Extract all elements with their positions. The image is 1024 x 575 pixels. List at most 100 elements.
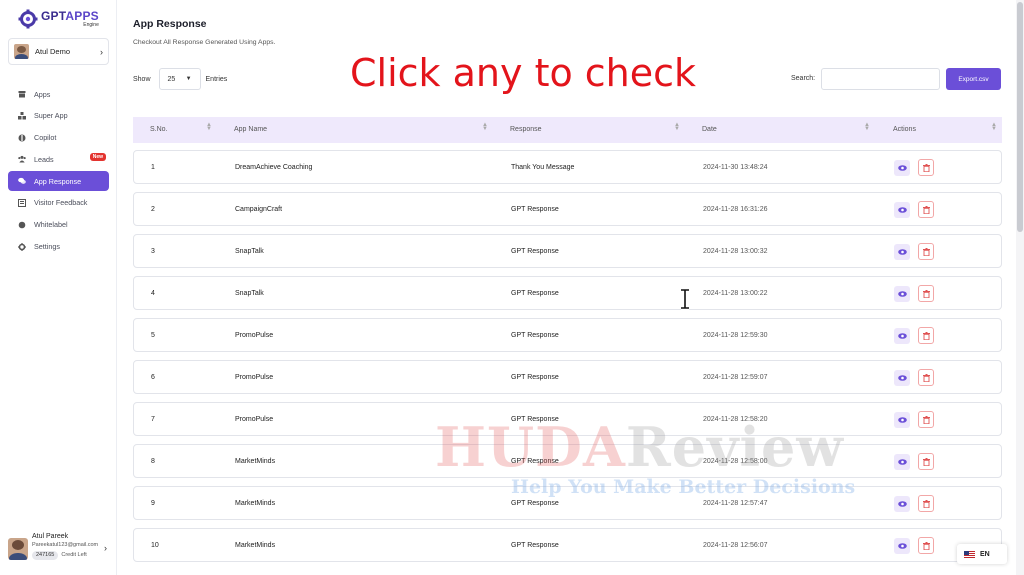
column-header-response[interactable]: Response xyxy=(510,126,542,133)
cell-sno: 6 xyxy=(151,374,155,381)
sidebar-item-whitelabel[interactable]: Whitelabel xyxy=(8,215,109,235)
sidebar-item-label: App Response xyxy=(34,176,82,186)
sort-icon[interactable]: ▲ ▼ xyxy=(991,122,997,132)
cell-response: GPT Response xyxy=(511,374,559,381)
cell-date: 2024-11-28 12:56:07 xyxy=(703,542,768,549)
delete-trash-icon[interactable] xyxy=(918,285,934,302)
page-title: App Response xyxy=(133,18,207,30)
account-switcher[interactable]: Atul Demo › xyxy=(8,38,109,65)
cell-sno: 9 xyxy=(151,500,155,507)
table-row[interactable]: 1 DreamAchieve Coaching Thank You Messag… xyxy=(133,150,1002,184)
cell-app-name: SnapTalk xyxy=(235,248,264,255)
delete-trash-icon[interactable] xyxy=(918,369,934,386)
brand-name-part1: GPT xyxy=(41,9,66,23)
sort-icon[interactable]: ▲ ▼ xyxy=(864,122,870,132)
brand-logo[interactable]: GPTAPPS Engine xyxy=(18,9,99,29)
brand-subtitle: Engine xyxy=(83,22,99,28)
sidebar-item-apps[interactable]: Apps xyxy=(8,84,109,104)
column-header-sno[interactable]: S.No. xyxy=(150,126,168,133)
cell-date: 2024-11-28 16:31:26 xyxy=(703,206,768,213)
cell-sno: 4 xyxy=(151,290,155,297)
sidebar-item-visitor-feedback[interactable]: Visitor Feedback xyxy=(8,193,109,213)
view-eye-icon[interactable] xyxy=(894,538,910,554)
cell-app-name: SnapTalk xyxy=(235,290,264,297)
delete-trash-icon[interactable] xyxy=(918,159,934,176)
table-row[interactable]: 4 SnapTalk GPT Response 2024-11-28 13:00… xyxy=(133,276,1002,310)
cell-sno: 8 xyxy=(151,458,155,465)
credit-label: Credit Left xyxy=(61,551,87,558)
view-eye-icon[interactable] xyxy=(894,496,910,512)
sidebar-item-copilot[interactable]: Copilot xyxy=(8,128,109,148)
delete-trash-icon[interactable] xyxy=(918,327,934,344)
circle-icon xyxy=(18,221,26,229)
sidebar-item-label: Leads xyxy=(34,154,54,164)
scrollbar[interactable] xyxy=(1016,0,1024,575)
search-label: Search: xyxy=(791,75,816,82)
instruction-overlay: Click any to check xyxy=(350,51,697,95)
new-badge: New xyxy=(89,153,106,162)
sidebar: GPTAPPS Engine Atul Demo › Apps Super Ap… xyxy=(0,0,117,575)
cell-response: GPT Response xyxy=(511,332,559,339)
table-row[interactable]: 5 PromoPulse GPT Response 2024-11-28 12:… xyxy=(133,318,1002,352)
cell-app-name: DreamAchieve Coaching xyxy=(235,164,313,171)
search-input[interactable] xyxy=(821,68,940,90)
gear-icon xyxy=(18,242,26,251)
cell-response: GPT Response xyxy=(511,248,559,255)
cell-date: 2024-11-28 12:59:30 xyxy=(703,332,768,339)
avatar xyxy=(14,44,29,59)
cell-app-name: MarketMinds xyxy=(235,542,276,549)
cell-sno: 5 xyxy=(151,332,155,339)
view-eye-icon[interactable] xyxy=(894,286,910,302)
view-eye-icon[interactable] xyxy=(894,202,910,218)
cell-response: GPT Response xyxy=(511,290,559,297)
watermark-part1: HUDA xyxy=(435,415,626,479)
cell-date: 2024-11-28 12:57:47 xyxy=(703,500,768,507)
profile-name: Atul Pareek xyxy=(32,533,69,540)
cell-app-name: PromoPulse xyxy=(235,332,274,339)
cell-app-name: MarketMinds xyxy=(235,500,276,507)
entries-label: Entries xyxy=(205,75,228,83)
profile-card[interactable]: Atul Pareek Pareekatul123@gmail.com 2471… xyxy=(8,533,114,567)
sidebar-item-app-response[interactable]: App Response xyxy=(8,171,109,192)
table-row[interactable]: 2 CampaignCraft GPT Response 2024-11-28 … xyxy=(133,192,1002,226)
cell-sno: 2 xyxy=(151,206,155,213)
app-root: GPTAPPS Engine Atul Demo › Apps Super Ap… xyxy=(0,0,1024,575)
caret-down-icon: ▼ xyxy=(185,76,192,82)
view-eye-icon[interactable] xyxy=(894,244,910,260)
table-row[interactable]: 10 MarketMinds GPT Response 2024-11-28 1… xyxy=(133,528,1002,562)
column-header-date[interactable]: Date xyxy=(702,126,717,133)
table-row[interactable]: 3 SnapTalk GPT Response 2024-11-28 13:00… xyxy=(133,234,1002,268)
cell-sno: 1 xyxy=(151,164,155,171)
cell-app-name: CampaignCraft xyxy=(235,206,283,213)
view-eye-icon[interactable] xyxy=(894,370,910,386)
page-size-value: 25 xyxy=(167,75,176,83)
cell-sno: 10 xyxy=(151,542,159,549)
table-row[interactable]: 6 PromoPulse GPT Response 2024-11-28 12:… xyxy=(133,360,1002,394)
cell-response: GPT Response xyxy=(511,542,559,549)
cell-app-name: PromoPulse xyxy=(235,416,274,423)
sort-icon[interactable]: ▲ ▼ xyxy=(482,122,488,132)
sidebar-item-super-app[interactable]: Super App xyxy=(8,106,109,126)
cell-response: Thank You Message xyxy=(511,164,575,171)
sort-icon[interactable]: ▲ ▼ xyxy=(206,122,212,132)
column-header-app-name[interactable]: App Name xyxy=(234,126,267,133)
sidebar-nav: Apps Super App Copilot Leads New App Res… xyxy=(8,84,109,258)
scrollbar-thumb[interactable] xyxy=(1017,2,1023,232)
cell-date: 2024-11-28 12:59:07 xyxy=(703,374,768,381)
language-switcher[interactable]: EN xyxy=(957,544,1007,564)
sidebar-item-leads[interactable]: Leads New xyxy=(8,149,109,169)
view-eye-icon[interactable] xyxy=(894,328,910,344)
sidebar-item-settings[interactable]: Settings xyxy=(8,237,109,257)
view-eye-icon[interactable] xyxy=(894,160,910,176)
delete-trash-icon[interactable] xyxy=(918,243,934,260)
copilot-icon xyxy=(18,134,26,142)
main-content: App Response Checkout All Response Gener… xyxy=(117,0,1024,575)
credit-count-badge: 247165 xyxy=(32,550,59,560)
sort-icon[interactable]: ▲ ▼ xyxy=(674,122,680,132)
table-header: S.No. ▲ ▼ App Name ▲ ▼ Response ▲ ▼ Date ▲ ▼… xyxy=(133,117,1002,143)
page-size-select[interactable]: 25 ▼ xyxy=(158,68,201,90)
cell-date: 2024-11-28 13:00:32 xyxy=(703,248,768,255)
delete-trash-icon[interactable] xyxy=(918,201,934,218)
export-csv-button[interactable]: Export.csv xyxy=(946,68,1001,90)
delete-trash-icon[interactable] xyxy=(918,537,934,554)
